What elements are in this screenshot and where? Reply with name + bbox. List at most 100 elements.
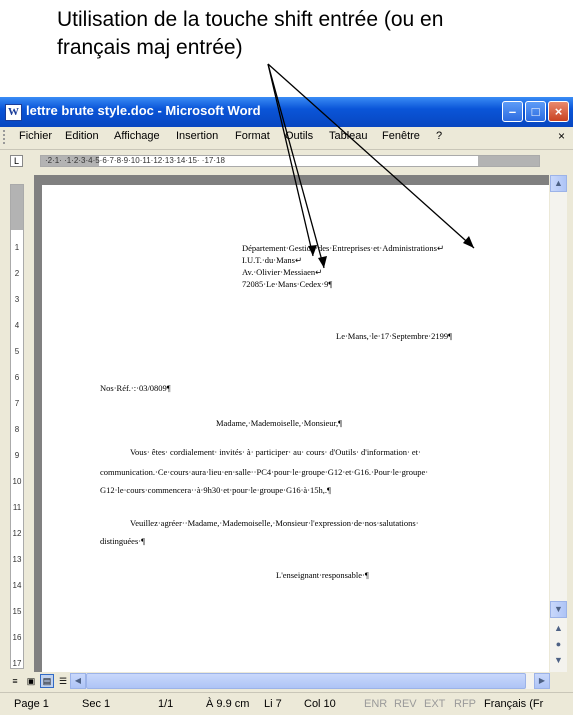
document-close-icon[interactable]: × <box>558 129 565 143</box>
menu-affichage[interactable]: Affichage <box>114 130 160 142</box>
status-ext[interactable]: EXT <box>424 698 445 710</box>
next-page-button[interactable]: ▼ <box>550 653 567 670</box>
menu-tableau[interactable]: Tableau <box>329 130 368 142</box>
menu-fenetre[interactable]: Fenêtre <box>382 130 420 142</box>
scroll-right-icon: ▶ <box>538 676 546 685</box>
tab-selector-button[interactable]: L <box>10 155 23 167</box>
vruler-num: 2 <box>14 269 20 278</box>
vruler-num: 11 <box>12 503 22 512</box>
vertical-ruler[interactable]: 1 2 3 4 5 6 7 8 9 10 11 12 13 14 15 16 1… <box>10 184 24 669</box>
outline-view-button[interactable]: ☰ <box>56 674 70 688</box>
close-icon: × <box>554 104 563 119</box>
vruler-num: 5 <box>14 347 20 356</box>
horizontal-scroll-thumb[interactable] <box>86 673 526 689</box>
normal-view-button[interactable]: ≡ <box>8 674 22 688</box>
vruler-num: 7 <box>14 399 20 408</box>
close-button[interactable]: × <box>548 101 569 122</box>
status-language: Français (Fr <box>484 698 544 710</box>
ruler-right-margin <box>478 156 539 166</box>
address-line-4: 72085·Le·Mans·Cedex·9¶ <box>242 279 333 289</box>
vruler-num: 15 <box>12 607 22 616</box>
print-view-icon: ▤ <box>42 676 52 686</box>
minimize-icon: – <box>508 104 517 119</box>
scroll-left-button[interactable]: ◀ <box>70 673 86 689</box>
vruler-num: 10 <box>12 477 22 486</box>
status-bar: Page 1 Sec 1 1/1 À 9.9 cm Li 7 Col 10 EN… <box>0 692 573 715</box>
closing-line-2: distinguées·¶ <box>100 536 145 546</box>
vruler-num: 4 <box>14 321 20 330</box>
maximize-button[interactable]: □ <box>525 101 546 122</box>
browse-object-icon: ● <box>555 639 562 649</box>
word-window: W lettre brute style.doc - Microsoft Wor… <box>0 97 573 715</box>
browse-object-button[interactable]: ● <box>550 637 567 654</box>
scroll-down-icon: ▼ <box>554 604 563 614</box>
horizontal-ruler[interactable]: ·2·1· ·1·2·3·4·5·6·7·8·9·10·11·12·13·14·… <box>40 155 540 167</box>
annotation-text: Utilisation de la touche shift entrée (o… <box>57 6 557 62</box>
web-view-icon: ▣ <box>26 676 36 686</box>
address-line-1: Département·Gestion·des·Entreprises·et·A… <box>242 243 445 253</box>
window-title: lettre brute style.doc - Microsoft Word <box>26 103 261 118</box>
address-line-2: I.U.T.·du·Mans↵ <box>242 255 303 265</box>
vruler-num: 14 <box>12 581 22 590</box>
scroll-left-icon: ◀ <box>74 676 82 685</box>
status-pages: 1/1 <box>158 698 174 710</box>
menu-insertion[interactable]: Insertion <box>176 130 218 142</box>
scroll-up-button[interactable]: ▲ <box>550 175 567 192</box>
vruler-num: 17 <box>12 659 22 668</box>
vertical-scrollbar[interactable]: ▲ ▼ ▲ ● ▼ <box>550 175 567 672</box>
menu-format[interactable]: Format <box>235 130 270 142</box>
vruler-num: 1 <box>14 243 20 252</box>
vruler-top-margin <box>11 185 23 230</box>
minimize-button[interactable]: – <box>502 101 523 122</box>
toolbar-grip[interactable] <box>3 130 8 144</box>
body-line-3: G12·le·cours·commencera··à·9h30·et·pour·… <box>100 485 331 495</box>
closing-line-1: Veuillez·agréer··Madame,·Mademoiselle,·M… <box>130 518 419 528</box>
word-app-icon[interactable]: W <box>5 104 22 121</box>
letter-reference: Nos·Réf.·:·03/0809¶ <box>100 383 171 393</box>
vruler-scale: 1 2 3 4 5 6 7 8 9 10 11 12 13 14 15 16 1… <box>12 235 22 668</box>
vruler-num: 8 <box>14 425 20 434</box>
ruler-scale: ·2·1· ·1·2·3·4·5·6·7·8·9·10·11·12·13·14·… <box>45 156 225 165</box>
status-rfp[interactable]: RFP <box>454 698 476 710</box>
vruler-num: 13 <box>12 555 22 564</box>
status-rev[interactable]: REV <box>394 698 417 710</box>
document-area[interactable]: Département·Gestion·des·Entreprises·et·A… <box>34 175 549 675</box>
maximize-icon: □ <box>531 104 540 119</box>
status-page: Page 1 <box>14 698 49 710</box>
scroll-down-button[interactable]: ▼ <box>550 601 567 618</box>
menu-outils[interactable]: Outils <box>285 130 313 142</box>
status-enr[interactable]: ENR <box>364 698 387 710</box>
scroll-right-button[interactable]: ▶ <box>534 673 550 689</box>
menu-help[interactable]: ? <box>436 130 442 142</box>
normal-view-icon: ≡ <box>12 676 18 686</box>
next-page-icon: ▼ <box>554 655 563 665</box>
menu-fichier[interactable]: Fichier <box>19 130 52 142</box>
vruler-num: 6 <box>14 373 20 382</box>
letter-date: Le·Mans,·le·17·Septembre·2199¶ <box>336 331 452 341</box>
annotation-line-1: Utilisation de la touche shift entrée (o… <box>57 8 444 31</box>
vruler-num: 12 <box>12 529 22 538</box>
print-view-button[interactable]: ▤ <box>40 674 54 688</box>
vruler-num: 3 <box>14 295 20 304</box>
horizontal-scrollbar[interactable]: ◀ ▶ <box>70 673 550 689</box>
scroll-up-icon: ▲ <box>554 178 563 188</box>
title-bar[interactable]: W lettre brute style.doc - Microsoft Wor… <box>0 97 573 127</box>
document-page[interactable]: Département·Gestion·des·Entreprises·et·A… <box>42 185 549 675</box>
menu-edition[interactable]: Edition <box>65 130 99 142</box>
annotation-line-2: français maj entrée) <box>57 36 243 59</box>
letter-signature: L'enseignant·responsable·¶ <box>276 570 369 580</box>
body-line-1: Vous· êtes· cordialement· invités· à· pa… <box>130 447 421 457</box>
status-column: Col 10 <box>304 698 336 710</box>
letter-salutation: Madame,·Mademoiselle,·Monsieur,¶ <box>216 418 343 428</box>
status-line: Li 7 <box>264 698 282 710</box>
menu-bar: Fichier Edition Affichage Insertion Form… <box>0 127 573 147</box>
prev-page-icon: ▲ <box>554 623 563 633</box>
prev-page-button[interactable]: ▲ <box>550 621 567 638</box>
vruler-num: 9 <box>14 451 20 460</box>
view-bar: ≡ ▣ ▤ ☰ ◀ ▶ <box>0 672 573 690</box>
ruler-row: L ·2·1· ·1·2·3·4·5·6·7·8·9·10·11·12·13·1… <box>0 149 573 172</box>
address-line-3: Av.·Olivier·Messiaen↵ <box>242 267 323 277</box>
outline-view-icon: ☰ <box>58 676 68 686</box>
status-position: À 9.9 cm <box>206 698 250 710</box>
web-view-button[interactable]: ▣ <box>24 674 38 688</box>
